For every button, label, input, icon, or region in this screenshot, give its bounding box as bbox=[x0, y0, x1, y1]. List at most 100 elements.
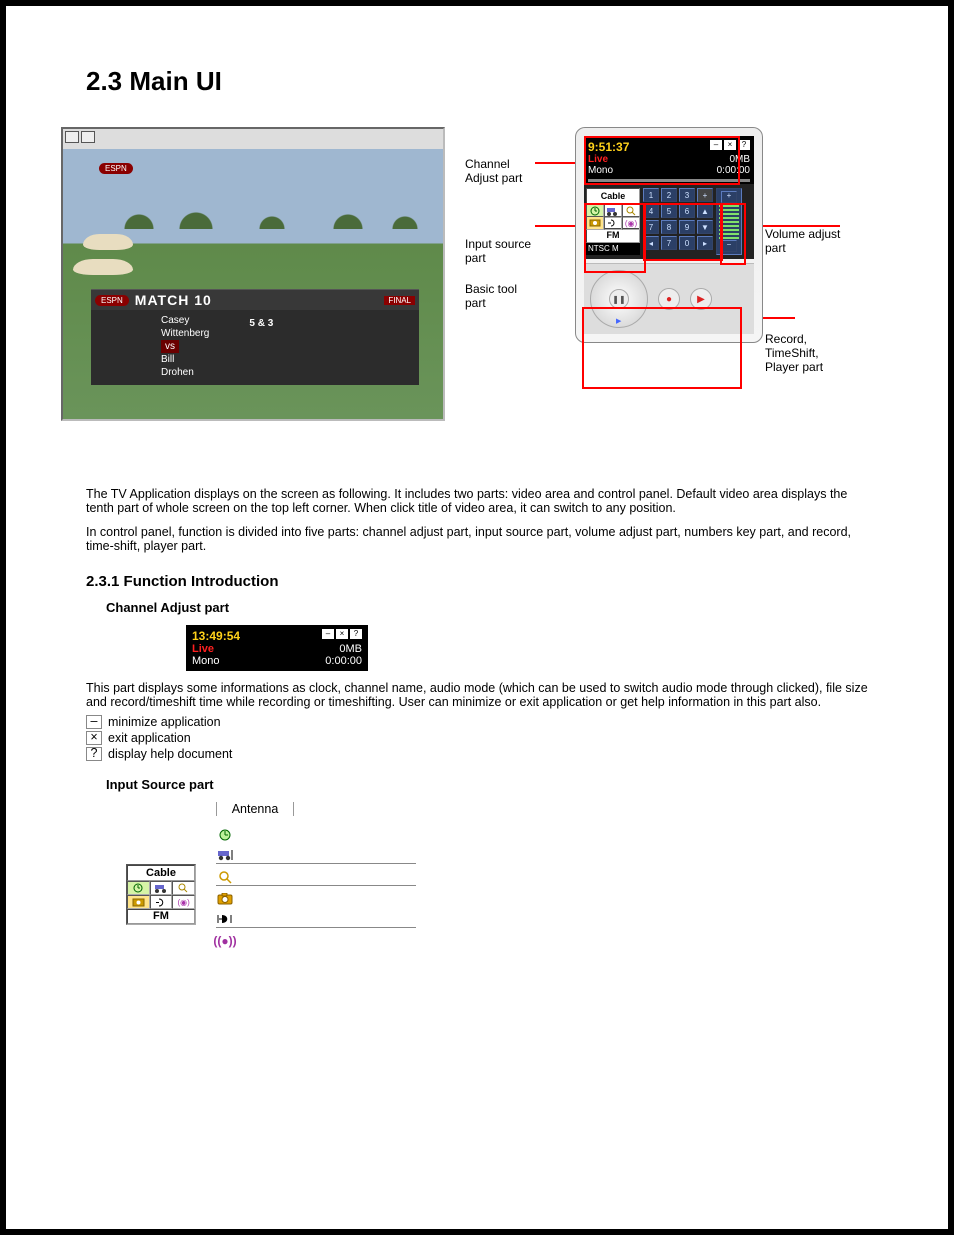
key-up[interactable]: ▲ bbox=[697, 204, 713, 218]
video-frame-image: ESPN ESPN MATCH 10 FINAL Casey Wittenber… bbox=[63, 149, 443, 419]
legend-snapshot-icon bbox=[216, 892, 234, 906]
key-back[interactable]: ◂ bbox=[643, 236, 659, 250]
lcd-channel-adjust-figure: 13:49:54 – × ? Live 0MB Mono 0:00:00 bbox=[186, 625, 368, 671]
callout-basic-tool: Basic tool part bbox=[465, 282, 517, 310]
key-9[interactable]: 9 bbox=[679, 220, 695, 234]
fig-fm-radio-icon[interactable]: (◉) bbox=[172, 895, 195, 909]
channel-display: 7 bbox=[661, 236, 677, 250]
fig-close-button[interactable]: × bbox=[336, 629, 348, 639]
player1-last: Wittenberg bbox=[161, 327, 209, 340]
fig-lcd-time: 13:49:54 bbox=[192, 629, 240, 643]
vs-label: vs bbox=[161, 340, 179, 353]
video-window-titlebar bbox=[63, 129, 443, 149]
section-heading: 2.3 Main UI bbox=[86, 66, 908, 97]
titlebar-maximize-icon[interactable] bbox=[81, 131, 95, 143]
control-panel-device: 9:51:37 – × ? Live 0MB Mono 0:00:00 Cable bbox=[575, 127, 763, 343]
fig-lcd-audio[interactable]: Mono bbox=[192, 655, 220, 667]
network-bug-small: ESPN bbox=[95, 295, 129, 306]
dpad[interactable]: ❚❚ ▶ bbox=[590, 270, 648, 328]
help-button[interactable]: ? bbox=[738, 140, 750, 150]
lcd-size: 0MB bbox=[729, 154, 750, 165]
fig-snapshot-icon[interactable] bbox=[127, 895, 150, 909]
scoreboard: ESPN MATCH 10 FINAL Casey Wittenberg vs … bbox=[91, 289, 419, 385]
fig-help-button[interactable]: ? bbox=[350, 629, 362, 639]
play-button[interactable]: ▶ bbox=[690, 288, 712, 310]
key-1[interactable]: 1 bbox=[643, 188, 659, 202]
help-icon: ? bbox=[86, 747, 102, 761]
final-tag: FINAL bbox=[384, 296, 415, 305]
lcd-time: 9:51:37 bbox=[588, 140, 629, 154]
key-0[interactable]: 0 bbox=[679, 236, 695, 250]
volume-down-button[interactable]: − bbox=[721, 240, 737, 252]
play-indicator-icon: ▶ bbox=[616, 317, 621, 325]
key-fwd[interactable]: ▸ bbox=[697, 236, 713, 250]
lcd-audio[interactable]: Mono bbox=[588, 165, 613, 176]
legend-schedule-icon bbox=[216, 828, 234, 842]
fig-video-desktop-icon[interactable] bbox=[150, 895, 173, 909]
function-intro-heading: 2.3.1 Function Introduction bbox=[86, 573, 908, 590]
source-icon-legend: Antenna ((●)) bbox=[216, 802, 416, 948]
volume-bars bbox=[719, 204, 739, 239]
input-source-panel: Cable (◉) FM NTSC M bbox=[586, 188, 640, 255]
exit-desc: exit application bbox=[108, 731, 191, 745]
fm-button[interactable]: FM bbox=[586, 228, 640, 243]
key-4[interactable]: 4 bbox=[643, 204, 659, 218]
pause-button[interactable]: ❚❚ bbox=[609, 289, 629, 309]
score-value: 5 & 3 bbox=[249, 314, 273, 379]
fig-minimize-button[interactable]: – bbox=[322, 629, 334, 639]
volume-panel: + − bbox=[716, 188, 742, 255]
snapshot-icon[interactable] bbox=[586, 216, 604, 230]
antenna-button[interactable]: Antenna bbox=[216, 802, 294, 816]
legend-autoscan-icon bbox=[216, 848, 234, 862]
match-title: MATCH 10 bbox=[135, 292, 212, 308]
player1-first: Casey bbox=[161, 314, 209, 327]
key-2[interactable]: 2 bbox=[661, 188, 677, 202]
ntsc-label: NTSC M bbox=[586, 243, 640, 255]
fig-cable-button[interactable]: Cable bbox=[127, 865, 195, 881]
progress-bar bbox=[588, 179, 750, 182]
titlebar-minimize-icon[interactable] bbox=[65, 131, 79, 143]
close-button[interactable]: × bbox=[724, 140, 736, 150]
player2-last: Drohen bbox=[161, 366, 209, 379]
fig-zoom-icon[interactable] bbox=[172, 881, 195, 895]
fig-lcd-elapsed: 0:00:00 bbox=[325, 655, 362, 667]
volume-up-button[interactable]: + bbox=[721, 191, 737, 203]
key-6[interactable]: 6 bbox=[679, 204, 695, 218]
min-desc: minimize application bbox=[108, 715, 221, 729]
close-icon: × bbox=[86, 731, 102, 745]
lcd-button-help-list: –minimize application ×exit application … bbox=[86, 715, 868, 761]
help-desc: display help document bbox=[108, 747, 232, 761]
fig-fm-button[interactable]: FM bbox=[127, 909, 195, 924]
source-block-figure: Cable (◉) FM bbox=[126, 802, 196, 925]
video-desktop-icon[interactable] bbox=[604, 216, 622, 230]
record-button[interactable]: ● bbox=[658, 288, 680, 310]
channel-adj-heading: Channel Adjust part bbox=[106, 600, 908, 615]
number-keypad: 1 2 3 + 4 5 6 ▲ 7 8 9 ▼ ◂ 7 0 bbox=[643, 188, 713, 255]
minimize-button[interactable]: – bbox=[710, 140, 722, 150]
fm-radio-icon[interactable]: (◉) bbox=[622, 216, 640, 230]
fig-lcd-status: Live bbox=[192, 643, 214, 655]
fig-schedule-icon[interactable] bbox=[127, 881, 150, 895]
fig-autoscan-icon[interactable] bbox=[150, 881, 173, 895]
minimize-icon: – bbox=[86, 715, 102, 729]
callout-channel-adjust: Channel Adjust part bbox=[465, 157, 522, 185]
key-5[interactable]: 5 bbox=[661, 204, 677, 218]
legend-zoom-icon bbox=[216, 870, 234, 884]
callout-record: Record, TimeShift, Player part bbox=[765, 332, 823, 374]
key-8[interactable]: 8 bbox=[661, 220, 677, 234]
lcd-elapsed: 0:00:00 bbox=[717, 165, 750, 176]
video-preview-window: ESPN ESPN MATCH 10 FINAL Casey Wittenber… bbox=[61, 127, 445, 421]
player-panel: ❚❚ ▶ ● ▶ bbox=[584, 263, 754, 334]
intro-paragraph-1: The TV Application displays on the scree… bbox=[86, 487, 868, 515]
fig-lcd-size: 0MB bbox=[339, 643, 362, 655]
lcd-status: Live bbox=[588, 154, 608, 165]
network-bug: ESPN bbox=[99, 163, 133, 174]
channel-adj-description: This part displays some informations as … bbox=[86, 681, 868, 709]
key-3[interactable]: 3 bbox=[679, 188, 695, 202]
key-down[interactable]: ▼ bbox=[697, 220, 713, 234]
key-plus[interactable]: + bbox=[697, 188, 713, 202]
lcd-panel: 9:51:37 – × ? Live 0MB Mono 0:00:00 bbox=[584, 136, 754, 184]
callout-volume: Volume adjust part bbox=[765, 227, 840, 255]
key-7[interactable]: 7 bbox=[643, 220, 659, 234]
cable-button[interactable]: Cable bbox=[586, 188, 640, 204]
